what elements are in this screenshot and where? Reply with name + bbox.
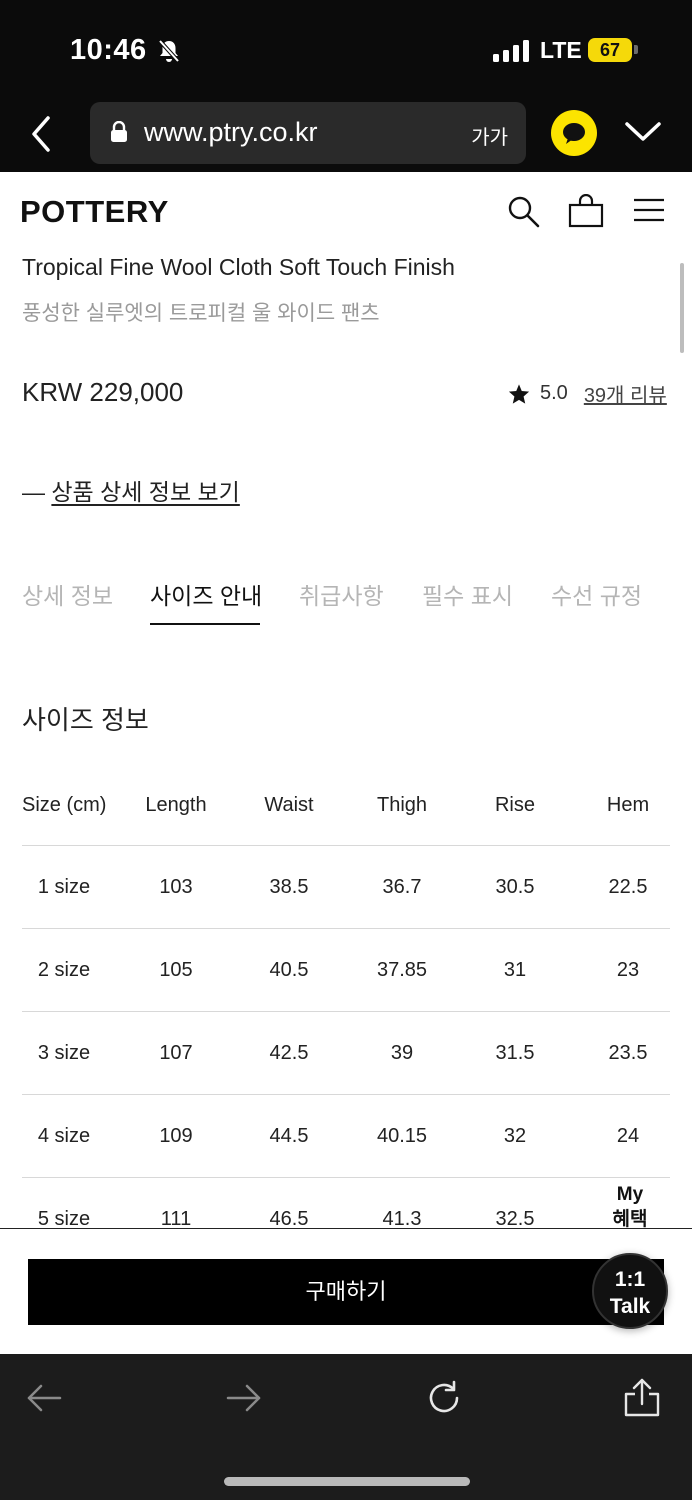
talk-label-line2: Talk — [609, 1295, 651, 1318]
lock-icon — [111, 121, 127, 142]
tab-size-guide[interactable]: 사이즈 안내 — [150, 577, 262, 611]
table-cell: 109 — [159, 1125, 193, 1147]
status-time: 10:46 — [70, 34, 147, 66]
site-header: POTTERY — [0, 172, 692, 250]
table-cell: 42.5 — [269, 1042, 309, 1064]
rating-value: 5.0 — [540, 382, 568, 404]
tab-care[interactable]: 취급사항 — [299, 577, 384, 611]
table-cell: 103 — [159, 876, 193, 898]
search-icon[interactable] — [506, 194, 540, 228]
table-header-row: Size (cm) Length Waist Thigh Rise Hem — [22, 763, 670, 846]
product-detail-link[interactable]: — 상품 상세 정보 보기 — [22, 473, 240, 507]
buy-button[interactable]: 구매하기 — [28, 1259, 664, 1325]
table-cell: 40.5 — [269, 959, 309, 981]
url-text[interactable]: www.ptry.co.kr — [144, 117, 318, 148]
table-cell: 4 size — [37, 1125, 91, 1147]
table-row: 4 size 109 44.5 40.15 32 24 — [22, 1095, 670, 1178]
table-cell: 44.5 — [269, 1125, 309, 1147]
chevron-down-icon[interactable] — [624, 120, 662, 144]
table-header: Waist — [264, 794, 314, 816]
cellular-signal-icon — [493, 40, 529, 62]
status-bar: 10:46 LTE 67 — [0, 0, 692, 100]
one-on-one-talk-button[interactable]: 1:1 Talk — [592, 1253, 668, 1329]
share-icon[interactable] — [622, 1378, 662, 1418]
star-icon — [508, 383, 530, 404]
product-rating: 5.0 39개 리뷰 — [508, 379, 667, 408]
kakao-chat-button[interactable] — [551, 110, 597, 156]
reviews-link[interactable]: 39개 리뷰 — [584, 379, 667, 408]
browser-toolbar: www.ptry.co.kr 가가 — [0, 100, 692, 172]
table-cell: 105 — [159, 959, 193, 981]
active-tab-underline — [150, 623, 260, 625]
browser-back-icon[interactable] — [22, 112, 62, 156]
table-cell: 38.5 — [269, 876, 309, 898]
table-cell: 40.15 — [376, 1125, 428, 1147]
table-cell: 3 size — [37, 1042, 91, 1064]
table-cell: 37.85 — [376, 959, 428, 981]
table-cell: 24 — [616, 1125, 640, 1147]
table-cell: 1 size — [37, 876, 91, 898]
product-subtitle: 풍성한 실루엣의 트로피컬 울 와이드 팬츠 — [22, 302, 380, 325]
scroll-indicator[interactable] — [680, 263, 684, 353]
table-cell: 31 — [503, 959, 527, 981]
table-header: Length — [145, 794, 207, 816]
table-cell: 31.5 — [495, 1042, 535, 1064]
arrow-right-icon[interactable] — [224, 1378, 264, 1418]
home-indicator[interactable] — [224, 1477, 470, 1486]
product-title: Tropical Fine Wool Cloth Soft Touch Fini… — [22, 254, 455, 280]
table-header: Hem — [606, 794, 650, 816]
table-cell: 39 — [390, 1042, 414, 1064]
detail-link-text[interactable]: 상품 상세 정보 보기 — [51, 479, 239, 505]
tab-required-info[interactable]: 필수 표시 — [422, 577, 513, 611]
my-benefits-button[interactable]: My 혜택 — [600, 1178, 660, 1232]
table-cell: 32 — [503, 1125, 527, 1147]
site-logo[interactable]: POTTERY — [20, 194, 169, 230]
table-header: Size (cm) — [22, 794, 107, 816]
table-cell: 23.5 — [608, 1042, 648, 1064]
my-benefits-label-line1: My — [616, 1184, 644, 1205]
refresh-icon[interactable] — [424, 1378, 464, 1418]
table-header: Rise — [494, 794, 535, 816]
menu-icon[interactable] — [633, 194, 665, 226]
battery-tip — [634, 45, 638, 54]
table-cell: 107 — [159, 1042, 193, 1064]
tab-details[interactable]: 상세 정보 — [22, 577, 113, 611]
table-row: 2 size 105 40.5 37.85 31 23 — [22, 929, 670, 1012]
shopping-bag-icon[interactable] — [568, 194, 604, 228]
size-table: Size (cm) Length Waist Thigh Rise Hem 1 … — [22, 763, 670, 1261]
address-bar[interactable]: www.ptry.co.kr 가가 — [90, 102, 526, 164]
network-type: LTE — [540, 37, 582, 63]
product-price: KRW 229,000 — [22, 377, 184, 407]
table-cell: 2 size — [37, 959, 91, 981]
purchase-panel: 구매하기 1:1 Talk — [0, 1228, 692, 1354]
chat-bubble-icon — [563, 123, 585, 144]
talk-label-line1: 1:1 — [614, 1268, 646, 1291]
bell-muted-icon — [158, 39, 180, 63]
table-cell: 36.7 — [382, 876, 422, 898]
detail-link-dash: — — [22, 479, 52, 505]
table-cell: 23 — [616, 959, 640, 981]
info-tabs: 상세 정보 사이즈 안내 취급사항 필수 표시 수선 규정 — [22, 577, 672, 627]
size-section-title: 사이즈 정보 — [22, 705, 149, 735]
table-row: 1 size 103 38.5 36.7 30.5 22.5 — [22, 846, 670, 929]
battery-icon: 67 — [588, 38, 632, 62]
table-cell: 22.5 — [608, 876, 648, 898]
tab-repair-policy[interactable]: 수선 규정 — [551, 577, 642, 611]
arrow-left-icon[interactable] — [24, 1378, 64, 1418]
table-header: Thigh — [376, 794, 428, 816]
table-row: 3 size 107 42.5 39 31.5 23.5 — [22, 1012, 670, 1095]
font-size-button[interactable]: 가가 — [471, 121, 508, 150]
table-cell: 30.5 — [495, 876, 535, 898]
